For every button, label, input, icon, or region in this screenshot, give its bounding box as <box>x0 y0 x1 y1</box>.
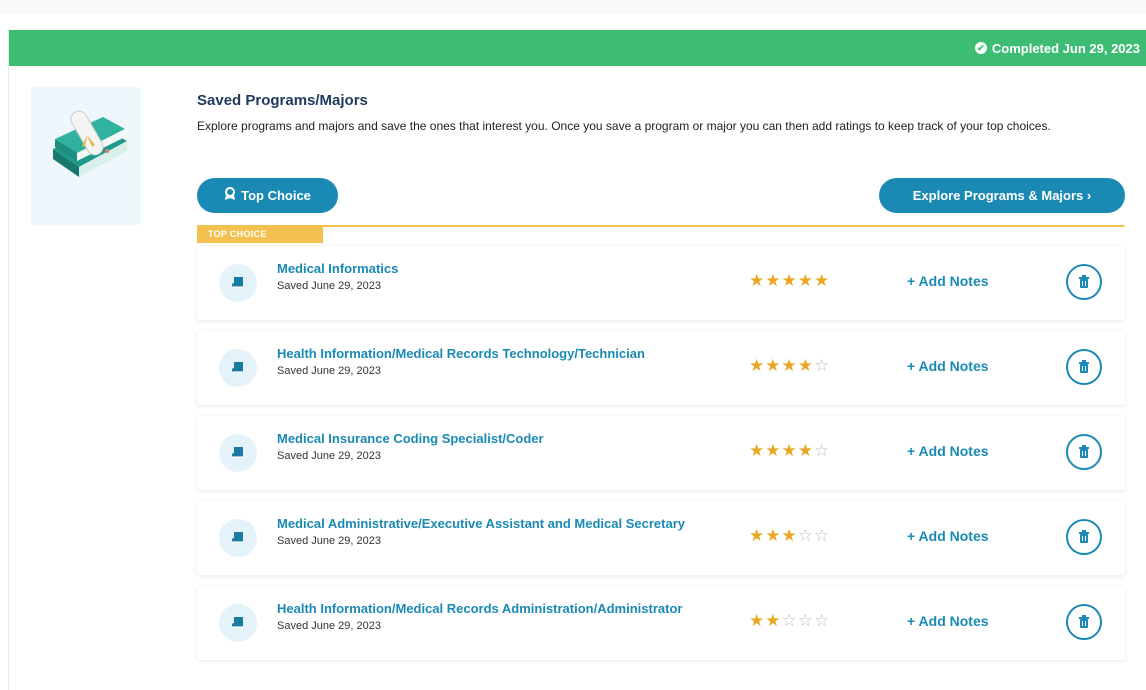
star-filled-icon[interactable]: ★ <box>749 441 765 460</box>
star-filled-icon[interactable]: ★ <box>782 526 798 545</box>
trash-icon[interactable] <box>1066 434 1102 470</box>
star-filled-icon[interactable]: ★ <box>765 271 781 290</box>
book-icon <box>219 519 257 557</box>
add-notes-button[interactable]: + Add Notes <box>907 613 989 629</box>
star-filled-icon[interactable]: ★ <box>749 611 765 630</box>
section-title: Saved Programs/Majors <box>197 92 368 109</box>
book-icon <box>219 264 257 302</box>
star-empty-icon[interactable]: ☆ <box>814 526 830 545</box>
star-rating[interactable]: ★★☆☆☆ <box>749 611 830 631</box>
trash-icon[interactable] <box>1066 604 1102 640</box>
saved-programs-card: ✔ Completed Jun 29, 2023 Saved Programs/… <box>8 30 1146 690</box>
star-empty-icon[interactable]: ☆ <box>798 526 814 545</box>
trash-icon[interactable] <box>1066 519 1102 555</box>
top-choice-tag: TOP CHOICE <box>197 226 323 243</box>
star-empty-icon[interactable]: ☆ <box>782 611 798 630</box>
books-illustration <box>31 87 141 225</box>
star-filled-icon[interactable]: ★ <box>749 271 765 290</box>
star-empty-icon[interactable]: ☆ <box>814 441 830 460</box>
program-name-link[interactable]: Medical Administrative/Executive Assista… <box>277 516 685 531</box>
star-filled-icon[interactable]: ★ <box>814 271 830 290</box>
book-icon <box>219 349 257 387</box>
star-rating[interactable]: ★★★★☆ <box>749 441 830 461</box>
star-filled-icon[interactable]: ★ <box>765 441 781 460</box>
saved-date: Saved June 29, 2023 <box>277 450 381 462</box>
program-name-link[interactable]: Medical Informatics <box>277 261 398 276</box>
star-filled-icon[interactable]: ★ <box>798 356 814 375</box>
star-filled-icon[interactable]: ★ <box>765 356 781 375</box>
saved-date: Saved June 29, 2023 <box>277 535 381 547</box>
program-row: Medical Insurance Coding Specialist/Code… <box>197 416 1125 490</box>
completed-status: Completed Jun 29, 2023 <box>991 40 1140 56</box>
top-strip <box>0 0 1146 14</box>
top-choice-button[interactable]: Top Choice <box>197 178 338 213</box>
book-icon <box>219 604 257 642</box>
star-empty-icon[interactable]: ☆ <box>814 611 830 630</box>
saved-date: Saved June 29, 2023 <box>277 365 381 377</box>
saved-date: Saved June 29, 2023 <box>277 280 381 292</box>
program-row: Health Information/Medical Records Techn… <box>197 331 1125 405</box>
star-empty-icon[interactable]: ☆ <box>798 611 814 630</box>
book-icon <box>219 434 257 472</box>
program-name-link[interactable]: Health Information/Medical Records Admin… <box>277 601 682 616</box>
program-name-link[interactable]: Medical Insurance Coding Specialist/Code… <box>277 431 544 446</box>
section-description: Explore programs and majors and save the… <box>197 119 1051 133</box>
explore-programs-button[interactable]: Explore Programs & Majors › <box>879 178 1125 213</box>
program-name-link[interactable]: Health Information/Medical Records Techn… <box>277 346 645 361</box>
star-filled-icon[interactable]: ★ <box>749 526 765 545</box>
add-notes-button[interactable]: + Add Notes <box>907 443 989 459</box>
star-filled-icon[interactable]: ★ <box>798 441 814 460</box>
saved-date: Saved June 29, 2023 <box>277 620 381 632</box>
page: ✔ Completed Jun 29, 2023 Saved Programs/… <box>0 0 1146 690</box>
star-filled-icon[interactable]: ★ <box>749 356 765 375</box>
star-rating[interactable]: ★★★☆☆ <box>749 526 830 546</box>
star-filled-icon[interactable]: ★ <box>765 526 781 545</box>
trash-icon[interactable] <box>1066 264 1102 300</box>
completed-banner: ✔ Completed Jun 29, 2023 <box>9 30 1146 66</box>
star-filled-icon[interactable]: ★ <box>798 271 814 290</box>
program-row: Health Information/Medical Records Admin… <box>197 586 1125 660</box>
check-circle-icon: ✔ <box>974 42 987 54</box>
add-notes-button[interactable]: + Add Notes <box>907 528 989 544</box>
program-row: Medical Informatics Saved June 29, 2023 ★★… <box>197 246 1125 320</box>
trash-icon[interactable] <box>1066 349 1102 385</box>
award-icon <box>224 187 236 204</box>
star-rating[interactable]: ★★★★☆ <box>749 356 830 376</box>
add-notes-button[interactable]: + Add Notes <box>907 358 989 374</box>
top-choice-divider <box>197 225 1125 227</box>
star-filled-icon[interactable]: ★ <box>782 441 798 460</box>
add-notes-button[interactable]: + Add Notes <box>907 273 989 289</box>
star-filled-icon[interactable]: ★ <box>765 611 781 630</box>
star-empty-icon[interactable]: ☆ <box>814 356 830 375</box>
star-rating[interactable]: ★★★★★ <box>749 271 830 291</box>
top-choice-label: Top Choice <box>241 188 311 203</box>
star-filled-icon[interactable]: ★ <box>782 271 798 290</box>
program-row: Medical Administrative/Executive Assista… <box>197 501 1125 575</box>
star-filled-icon[interactable]: ★ <box>782 356 798 375</box>
